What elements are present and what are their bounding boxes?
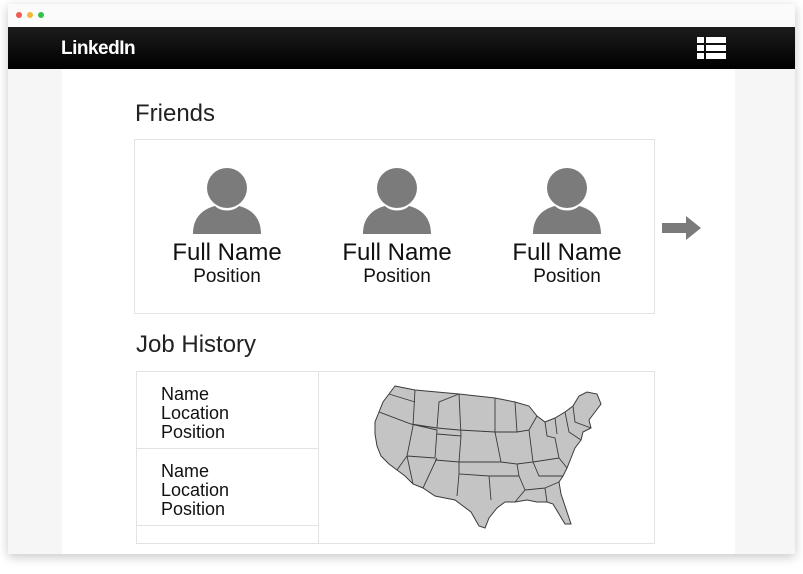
job-list-item[interactable] <box>137 526 318 534</box>
person-avatar-icon <box>533 168 601 234</box>
job-name: Name <box>161 461 210 481</box>
brand-logo[interactable]: LinkedIn <box>61 38 136 60</box>
person-avatar-icon <box>363 168 431 234</box>
job-list-item[interactable]: Name Location Position <box>137 372 318 449</box>
job-location: Location <box>161 403 230 423</box>
maximize-window-dot[interactable] <box>38 12 44 18</box>
friend-name: Full Name <box>172 239 282 266</box>
job-location: Location <box>161 480 230 500</box>
job-list-item[interactable]: Name Location Position <box>137 449 318 526</box>
friend-name: Full Name <box>512 239 622 266</box>
friend-card[interactable]: Full Name Position <box>152 168 302 288</box>
friend-position: Position <box>193 266 261 287</box>
friends-panel: Full Name Position Full Name Position Fu… <box>134 139 655 314</box>
window-titlebar <box>8 4 795 27</box>
top-navbar: LinkedIn <box>8 27 795 69</box>
browser-window: LinkedIn Friends Full Name Position Full… <box>8 4 795 554</box>
next-friends-button[interactable] <box>662 216 702 240</box>
minimize-window-dot[interactable] <box>27 12 33 18</box>
job-name: Name <box>161 384 210 404</box>
menu-button[interactable] <box>697 37 726 59</box>
person-avatar-icon <box>193 168 261 234</box>
close-window-dot[interactable] <box>16 12 22 18</box>
job-position: Position <box>161 499 226 519</box>
friends-heading: Friends <box>135 100 216 127</box>
job-map[interactable] <box>319 372 654 543</box>
usa-map-icon <box>374 385 602 529</box>
list-menu-icon <box>697 37 726 59</box>
job-list: Name Location Position Name Location Pos… <box>137 372 319 543</box>
job-history-heading: Job History <box>136 331 257 358</box>
friend-card[interactable]: Full Name Position <box>322 168 472 288</box>
friend-card[interactable]: Full Name Position <box>492 168 642 288</box>
right-arrow-icon <box>662 216 701 240</box>
main-content: Friends Full Name Position Full Name Pos… <box>62 69 735 554</box>
job-history-panel: Name Location Position Name Location Pos… <box>136 371 655 544</box>
friend-name: Full Name <box>342 239 452 266</box>
job-position: Position <box>161 422 226 442</box>
friend-position: Position <box>533 266 601 287</box>
friend-position: Position <box>363 266 431 287</box>
